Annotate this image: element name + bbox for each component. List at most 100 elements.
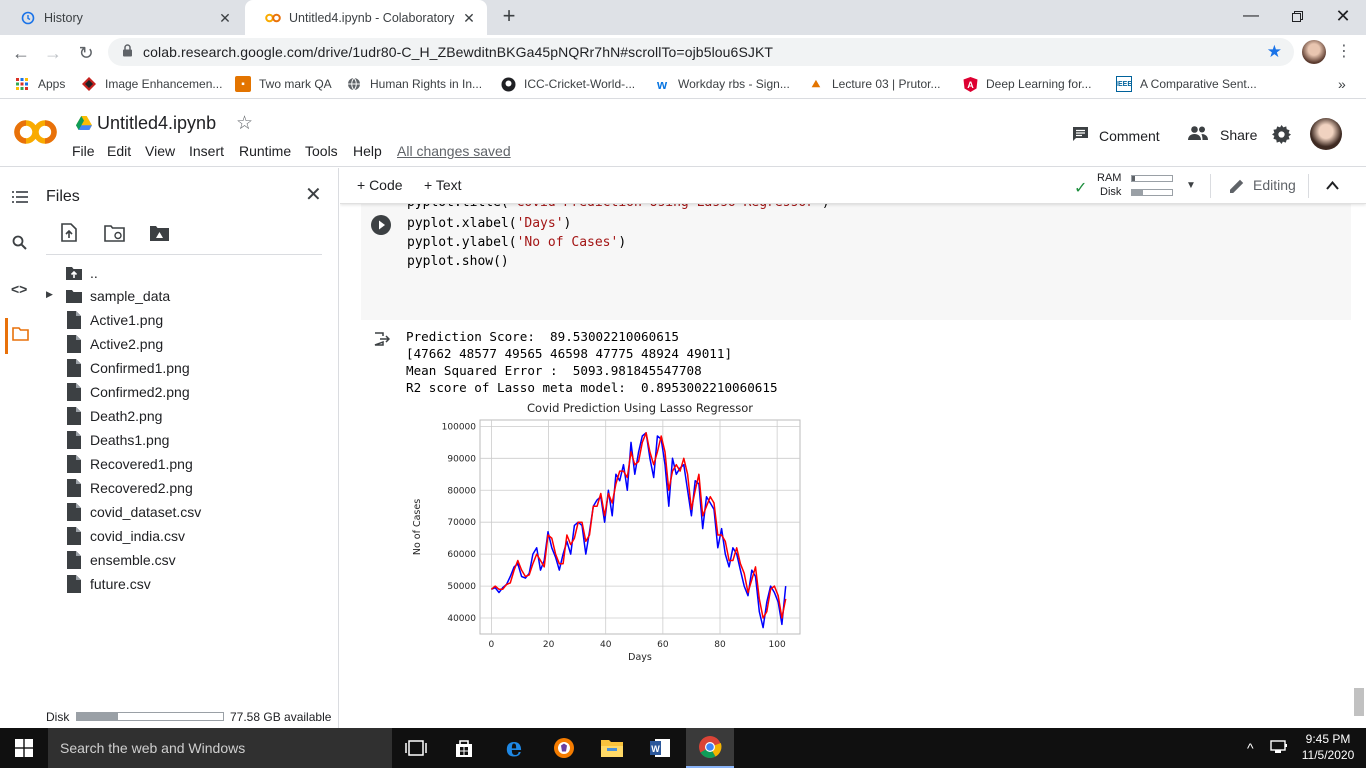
bookmark-comparative-sent[interactable]: IEEE A Comparative Sent... xyxy=(1116,76,1257,92)
bookmark-deep-learning[interactable]: A Deep Learning for... xyxy=(962,76,1091,92)
file-icon xyxy=(67,359,81,377)
star-icon[interactable]: ☆ xyxy=(236,112,253,135)
store-icon[interactable] xyxy=(440,728,488,768)
file-row[interactable]: Death2.png xyxy=(66,405,162,427)
table-of-contents-icon[interactable] xyxy=(12,191,28,206)
menu-help[interactable]: Help xyxy=(353,143,382,159)
file-row[interactable]: covid_dataset.csv xyxy=(66,501,201,523)
menu-view[interactable]: View xyxy=(145,143,175,159)
resources-dropdown-icon[interactable]: ▼ xyxy=(1186,180,1196,191)
bookmark-workday[interactable]: w Workday rbs - Sign... xyxy=(654,76,790,92)
file-explorer-icon[interactable] xyxy=(588,728,636,768)
file-row[interactable]: Confirmed2.png xyxy=(66,381,190,403)
upload-file-icon[interactable] xyxy=(61,223,77,245)
expand-arrow-icon[interactable]: ▶ xyxy=(46,289,53,300)
battery-network-icon[interactable] xyxy=(1270,739,1288,758)
bookmark-star-icon[interactable]: ★ xyxy=(1267,42,1282,62)
menu-insert[interactable]: Insert xyxy=(189,143,224,159)
svg-text:A: A xyxy=(967,80,974,90)
tab-history[interactable]: History ✕ xyxy=(0,0,243,35)
address-bar[interactable]: colab.research.google.com/drive/1udr80-C… xyxy=(108,38,1294,66)
x-tick-label: 100 xyxy=(769,640,786,650)
file-row[interactable]: Recovered2.png xyxy=(66,477,193,499)
menu-tools[interactable]: Tools xyxy=(305,143,338,159)
tab-colab[interactable]: Untitled4.ipynb - Colaboratory ✕ xyxy=(245,0,487,35)
menu-runtime[interactable]: Runtime xyxy=(239,143,291,159)
menu-dots-icon[interactable]: ⋮ xyxy=(1336,41,1352,61)
bookmark-apps[interactable]: Apps xyxy=(14,76,65,92)
file-name: Recovered2.png xyxy=(90,480,193,496)
folder-icon[interactable] xyxy=(12,327,29,344)
brave-browser-icon[interactable] xyxy=(540,728,588,768)
person-card-icon: ▪ xyxy=(235,76,251,92)
close-panel-icon[interactable]: ✕ xyxy=(305,182,322,207)
file-name: Active2.png xyxy=(90,336,164,352)
menu-file[interactable]: File xyxy=(72,143,95,159)
bookmark-label: Human Rights in In... xyxy=(370,77,483,91)
ieee-icon: IEEE xyxy=(1116,76,1132,92)
bookmark-human-rights[interactable]: Human Rights in In... xyxy=(346,76,482,92)
menu-edit[interactable]: Edit xyxy=(107,143,131,159)
file-row[interactable]: future.csv xyxy=(66,573,151,595)
back-button[interactable]: ← xyxy=(8,40,34,66)
profile-avatar[interactable] xyxy=(1302,40,1326,64)
minimize-button[interactable]: — xyxy=(1228,0,1274,32)
file-icon xyxy=(67,311,81,329)
tab-title: Untitled4.ipynb - Colaboratory xyxy=(289,10,455,25)
edge-browser-icon[interactable]: e xyxy=(490,728,538,768)
file-row[interactable]: Deaths1.png xyxy=(66,429,169,451)
bookmark-image-enhancement[interactable]: Image Enhancemen... xyxy=(81,76,222,92)
task-view-icon[interactable] xyxy=(392,728,440,768)
scrollbar-thumb[interactable] xyxy=(1354,688,1364,716)
system-clock[interactable]: 9:45 PM 11/5/2020 xyxy=(1298,731,1358,763)
file-row[interactable]: Recovered1.png xyxy=(66,453,193,475)
add-code-button[interactable]: + Code xyxy=(357,177,403,193)
notebook-title[interactable]: Untitled4.ipynb xyxy=(97,113,216,134)
restore-button[interactable] xyxy=(1274,0,1320,32)
bookmark-two-mark-qa[interactable]: ▪ Two mark QA xyxy=(235,76,332,92)
share-button[interactable]: Share xyxy=(1188,126,1257,143)
file-row[interactable]: Active2.png xyxy=(66,333,163,355)
forward-button[interactable]: → xyxy=(40,40,66,66)
save-status-link[interactable]: All changes saved xyxy=(397,143,511,159)
new-tab-button[interactable]: + xyxy=(498,5,520,28)
chrome-taskbar-icon[interactable] xyxy=(686,728,734,768)
editing-mode-button[interactable]: Editing xyxy=(1253,177,1296,193)
disk-label: Disk xyxy=(1100,186,1122,198)
settings-gear-icon[interactable] xyxy=(1272,125,1291,147)
taskbar-search-box[interactable]: Search the web and Windows xyxy=(48,728,392,768)
show-hidden-icons-button[interactable]: ^ xyxy=(1247,740,1254,756)
more-bookmarks-icon[interactable]: » xyxy=(1338,76,1346,92)
word-icon[interactable]: W xyxy=(636,728,684,768)
file-row[interactable]: ensemble.csv xyxy=(66,549,176,571)
collapse-header-icon[interactable] xyxy=(1326,178,1339,193)
close-window-button[interactable]: ✕ xyxy=(1320,0,1366,32)
output-clear-icon[interactable] xyxy=(374,332,391,349)
folder-row[interactable]: sample_data xyxy=(66,285,170,307)
code-snippets-icon[interactable]: <> xyxy=(11,281,27,297)
file-name: future.csv xyxy=(90,576,151,592)
code-cell[interactable]: pyplot.title('Covid Prediction Using Las… xyxy=(361,195,1351,320)
close-tab-icon[interactable]: ✕ xyxy=(217,10,233,26)
file-row[interactable]: covid_india.csv xyxy=(66,525,185,547)
comment-button[interactable]: Comment xyxy=(1072,126,1160,146)
x-tick-label: 0 xyxy=(489,640,495,650)
user-avatar[interactable] xyxy=(1310,118,1342,150)
bookmark-lecture-03[interactable]: ⛰ Lecture 03 | Prutor... xyxy=(808,76,941,92)
active-indicator xyxy=(5,318,8,354)
close-tab-icon[interactable]: ✕ xyxy=(461,10,477,26)
run-cell-button[interactable] xyxy=(371,215,391,235)
bookmark-icc-cricket[interactable]: ICC-Cricket-World-... xyxy=(500,76,635,92)
search-icon[interactable] xyxy=(12,235,27,253)
file-row[interactable]: Active1.png xyxy=(66,309,163,331)
file-icon xyxy=(67,335,81,353)
refresh-folder-icon[interactable] xyxy=(104,225,125,245)
add-text-button[interactable]: + Text xyxy=(424,177,462,193)
reload-button[interactable]: ↻ xyxy=(73,40,99,66)
file-row[interactable]: Confirmed1.png xyxy=(66,357,190,379)
mount-drive-icon[interactable] xyxy=(149,225,170,245)
pencil-icon xyxy=(1230,178,1245,196)
colab-logo[interactable] xyxy=(14,118,58,149)
windows-start-button[interactable] xyxy=(0,728,48,768)
parent-directory-row[interactable]: .. xyxy=(66,262,98,284)
